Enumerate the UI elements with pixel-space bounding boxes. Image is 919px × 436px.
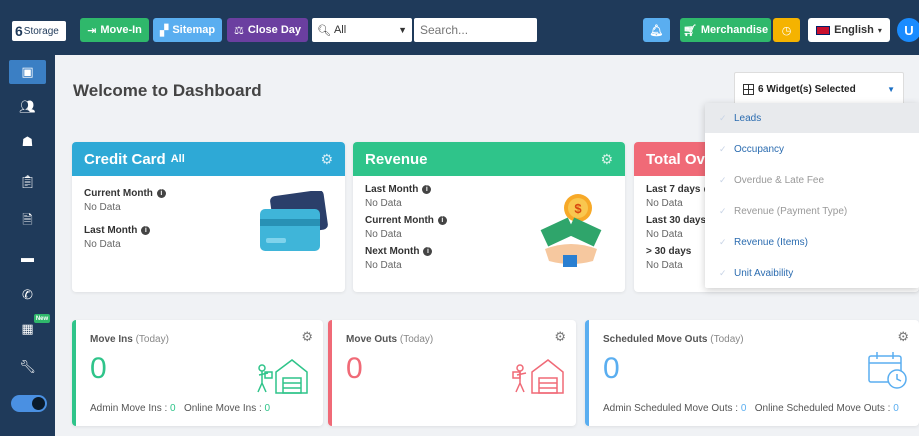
sitemap-icon: ▞ (159, 24, 169, 37)
sidebar-item-documents[interactable]: 🗎 (9, 210, 46, 234)
widget-option-overdue-late-fee[interactable]: ✓ Overdue & Late Fee (705, 165, 919, 195)
dashboard-icon: ▣ (21, 64, 34, 79)
page-title: Welcome to Dashboard (73, 81, 262, 100)
app-logo[interactable]: 6 Storage (12, 21, 66, 41)
move-out-warehouse-icon (512, 359, 564, 394)
sidebar-item-payments[interactable]: ▬ (9, 245, 46, 269)
sidebar-item-dashboard[interactable]: ▣ (9, 60, 46, 84)
document-icon: 🗎 (22, 212, 33, 227)
bell-icon: 🔔︎ (649, 24, 664, 37)
merchandise-button[interactable]: 🛒︎ Merchandise (680, 18, 771, 42)
move-in-warehouse-icon (257, 359, 308, 394)
notifications-button[interactable]: 🔔︎ (643, 18, 670, 42)
user-avatar[interactable]: U (897, 18, 919, 42)
top-navbar: 6 Storage ⇥ Move-In ▞ Sitemap ⚖ Close Day… (0, 0, 919, 55)
gear-icon[interactable]: ⚙ (320, 151, 333, 168)
calendar-clock-icon (868, 352, 907, 389)
widget-option-revenue-items[interactable]: ✓ Revenue (Items) (705, 227, 919, 257)
info-icon[interactable]: i (141, 226, 151, 235)
sidebar-item-units[interactable]: ☗ (9, 130, 46, 154)
revenue-header: Revenue ⚙ (353, 142, 625, 176)
credit-card-header: Credit Card All ⚙ (72, 142, 345, 176)
users-icon: 👥︎ (19, 99, 36, 114)
card-icon: ▬ (21, 249, 34, 265)
calculator-icon: ▦ (21, 321, 34, 336)
search-scope-select[interactable]: 🔍︎ All ▼ (312, 18, 412, 42)
sidebar-item-tools[interactable]: 🔧︎ (9, 355, 46, 379)
new-badge: New (34, 314, 50, 323)
toggle-knob (32, 397, 45, 410)
clipboard-icon: 📋︎ (19, 174, 36, 189)
widget-select[interactable]: 6 Widget(s) Selected ▼ (734, 72, 904, 107)
credit-card-widget: Credit Card All ⚙ Current Month i No Data… (72, 142, 345, 292)
sidebar-item-users[interactable]: 👥︎ (9, 95, 46, 119)
uk-flag-icon (816, 25, 831, 35)
check-icon: ✓ (719, 174, 727, 185)
cart-icon: 🛒︎ (682, 24, 697, 37)
check-icon: ✓ (719, 143, 727, 154)
move-outs-widget: Move Outs (Today) ⚙ 0 (328, 320, 576, 426)
info-icon[interactable]: i (156, 189, 166, 198)
gear-icon[interactable]: ⚙ (554, 329, 566, 345)
sitemap-button[interactable]: ▞ Sitemap (153, 18, 222, 42)
language-select[interactable]: English ▾ (808, 18, 890, 42)
move-ins-count: 0 (90, 352, 107, 385)
clock-icon: ◷ (781, 24, 792, 37)
widget-option-revenue-payment-type[interactable]: ✓ Revenue (Payment Type) (705, 196, 919, 226)
grid-icon (743, 84, 754, 95)
close-day-button[interactable]: ⚖ Close Day (227, 18, 308, 42)
phone-icon: ✆ (22, 287, 33, 302)
move-outs-count: 0 (346, 352, 363, 385)
clock-button[interactable]: ◷ (773, 18, 800, 42)
sidebar-item-contact[interactable]: ✆ (9, 283, 46, 307)
scheduled-move-outs-widget: Scheduled Move Outs (Today) ⚙ 0 Admin Sc… (585, 320, 919, 426)
scheduled-move-outs-count: 0 (603, 352, 620, 385)
caret-down-icon: ▼ (887, 85, 895, 94)
unit-icon: ☗ (21, 134, 34, 149)
info-icon[interactable]: i (437, 216, 447, 225)
gear-icon[interactable]: ⚙ (600, 151, 613, 168)
widget-option-unit-availability[interactable]: ✓ Unit Avaibility (705, 258, 919, 288)
check-icon: ✓ (719, 267, 727, 278)
sidebar-toggle[interactable] (11, 395, 47, 412)
wrench-icon: 🔧︎ (19, 359, 36, 374)
gear-icon[interactable]: ⚙ (301, 329, 313, 345)
move-in-button[interactable]: ⇥ Move-In (80, 18, 149, 42)
revenue-widget: Revenue ⚙ Last Month i No Data Current Mo… (353, 142, 625, 292)
info-icon[interactable]: i (423, 247, 433, 256)
caret-down-icon: ▼ (398, 25, 407, 35)
caret-down-icon: ▾ (877, 25, 882, 35)
money-hand-icon: $ (540, 194, 602, 267)
widget-option-leads[interactable]: ✓ Leads (705, 103, 919, 133)
check-icon: ✓ (719, 205, 727, 216)
sign-in-icon: ⇥ (87, 24, 97, 37)
widget-dropdown-menu: ✓ Leads ✓ Occupancy ✓ Overdue & Late Fee… (705, 103, 919, 288)
balance-scale-icon: ⚖ (233, 24, 244, 37)
sidebar: ▣ 👥︎ ☗ 📋︎ 🗎 ▬ ✆ ▦ New 🔧︎ (0, 55, 55, 436)
search-icon: 🔍︎ (317, 24, 331, 37)
check-icon: ✓ (719, 112, 727, 123)
gear-icon[interactable]: ⚙ (897, 329, 909, 345)
svg-text:$: $ (574, 201, 582, 216)
move-ins-widget: Move Ins (Today) ⚙ 0 Admin Move Ins : 0 … (72, 320, 323, 426)
info-icon[interactable]: i (422, 185, 432, 194)
sidebar-item-reports[interactable]: 📋︎ (9, 170, 46, 194)
widget-option-occupancy[interactable]: ✓ Occupancy (705, 134, 919, 164)
search-input[interactable] (414, 18, 537, 42)
credit-cards-icon (260, 191, 328, 251)
check-icon: ✓ (719, 236, 727, 247)
